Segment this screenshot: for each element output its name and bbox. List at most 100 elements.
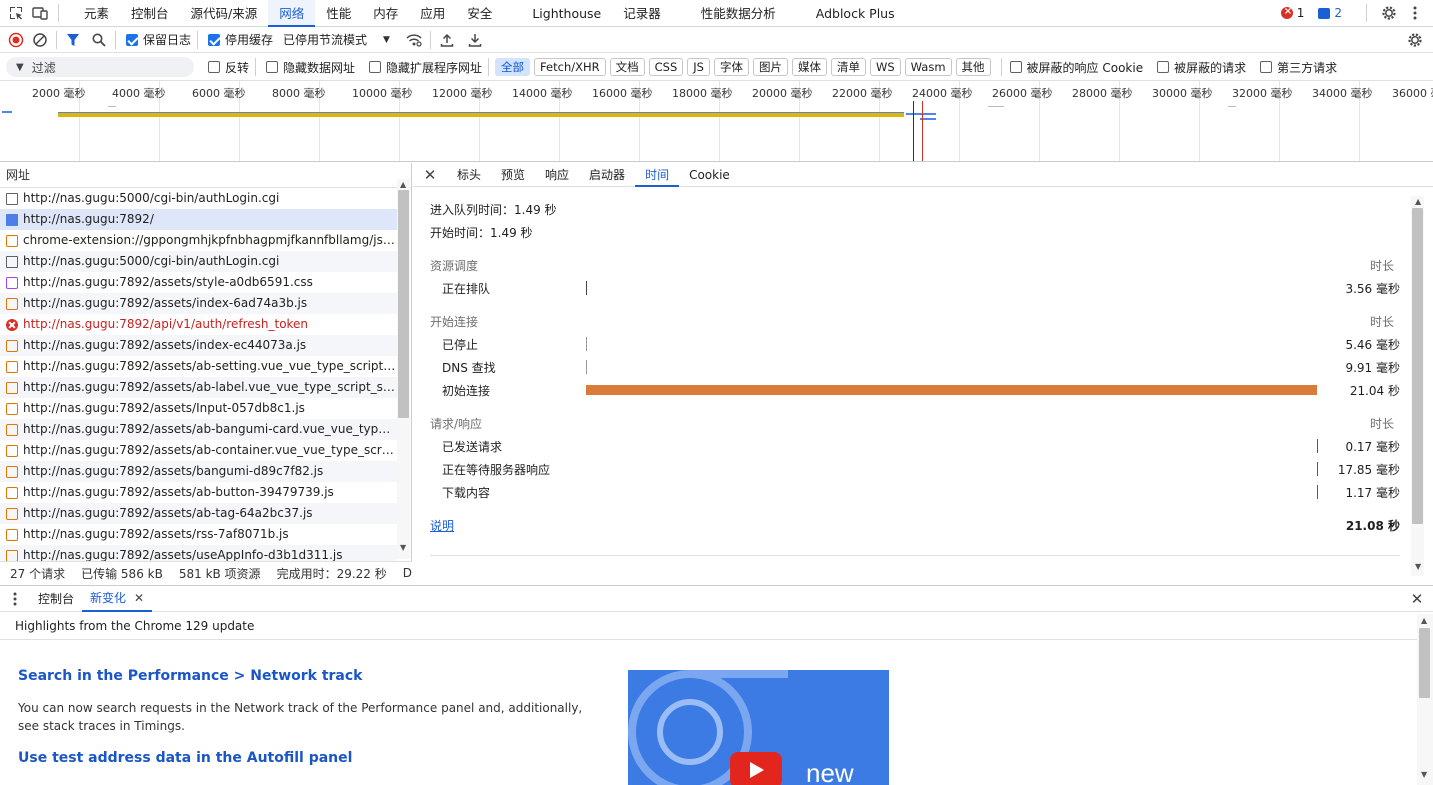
timeline-overview[interactable]: 2000 毫秒4000 毫秒6000 毫秒8000 毫秒10000 毫秒1200… — [0, 81, 1433, 162]
hide-data-urls-checkbox[interactable]: 隐藏数据网址 — [266, 59, 355, 76]
request-row[interactable]: http://nas.gugu:7892/assets/ab-button-39… — [0, 482, 397, 503]
details-tab[interactable]: Cookie — [679, 163, 740, 187]
request-row[interactable]: http://nas.gugu:7892/assets/Input-057db8… — [0, 398, 397, 419]
scroll-down-arrow-icon[interactable]: ▼ — [400, 543, 406, 552]
third-party-checkbox[interactable]: 第三方请求 — [1260, 59, 1337, 76]
request-row[interactable]: http://nas.gugu:5000/cgi-bin/authLogin.c… — [0, 251, 397, 272]
more-options-icon[interactable] — [1405, 3, 1425, 23]
checkbox-unchecked[interactable] — [369, 61, 381, 73]
filter-type-button[interactable]: 全部 — [495, 58, 530, 76]
details-scroll-thumb[interactable] — [1412, 208, 1423, 524]
filter-input[interactable]: ▼ 过滤 — [6, 57, 194, 77]
request-row[interactable]: http://nas.gugu:7892/assets/rss-7af8071b… — [0, 524, 397, 545]
main-tab[interactable]: 性能 — [315, 0, 362, 27]
request-row[interactable]: http://nas.gugu:7892/assets/ab-setting.v… — [0, 356, 397, 377]
disable-cache-checkbox[interactable]: 停用缓存 — [208, 31, 273, 48]
request-row[interactable]: chrome-extension://gppongmhjkpfnbhagpmjf… — [0, 230, 397, 251]
message-count-badge[interactable]: 2 — [1318, 6, 1342, 20]
drawer-tab-whats-new[interactable]: 新变化 ✕ — [82, 586, 152, 612]
scroll-up-arrow-icon[interactable]: ▲ — [1421, 616, 1427, 625]
checkbox-checked[interactable] — [208, 34, 220, 46]
request-row[interactable]: http://nas.gugu:7892/api/v1/auth/refresh… — [0, 314, 397, 335]
request-row[interactable]: http://nas.gugu:7892/assets/ab-container… — [0, 440, 397, 461]
stop-recording-icon[interactable] — [6, 30, 26, 50]
feature-heading-network-track[interactable]: Search in the Performance > Network trac… — [18, 668, 362, 684]
scroll-up-arrow-icon[interactable]: ▲ — [1415, 197, 1421, 206]
scroll-up-arrow-icon[interactable]: ▲ — [400, 180, 406, 189]
filter-type-button[interactable]: JS — [687, 58, 710, 76]
preserve-log-checkbox[interactable]: 保留日志 — [126, 31, 191, 48]
details-tab[interactable]: 启动器 — [579, 163, 635, 187]
clear-icon[interactable] — [30, 30, 50, 50]
settings-gear-icon[interactable] — [1379, 3, 1399, 23]
checkbox-unchecked[interactable] — [1157, 61, 1169, 73]
request-list-scroll-thumb[interactable] — [398, 190, 409, 418]
main-tab[interactable]: Lighthouse — [521, 0, 612, 27]
import-har-icon[interactable] — [437, 30, 457, 50]
request-row[interactable]: http://nas.gugu:7892/assets/index-6ad74a… — [0, 293, 397, 314]
network-settings-gear-icon[interactable] — [1405, 30, 1425, 50]
details-tab[interactable]: 标头 — [447, 163, 491, 187]
main-tab[interactable]: 安全 — [456, 0, 503, 27]
feature-heading-autofill[interactable]: Use test address data in the Autofill pa… — [18, 750, 352, 766]
error-count-badge[interactable]: × 1 — [1281, 6, 1305, 20]
main-tab[interactable]: 控制台 — [120, 0, 180, 27]
whats-new-video-thumbnail[interactable]: new — [628, 670, 889, 785]
checkbox-unchecked[interactable] — [266, 61, 278, 73]
filter-type-button[interactable]: 其他 — [956, 58, 991, 76]
request-row[interactable]: http://nas.gugu:7892/assets/style-a0db65… — [0, 272, 397, 293]
request-row[interactable]: http://nas.gugu:7892/assets/bangumi-d89c… — [0, 461, 397, 482]
filter-type-button[interactable]: 字体 — [714, 58, 749, 76]
invert-checkbox[interactable]: 反转 — [208, 59, 249, 76]
main-tab[interactable]: 元素 — [73, 0, 120, 27]
filter-type-button[interactable]: 图片 — [753, 58, 788, 76]
filter-type-button[interactable]: 文档 — [610, 58, 645, 76]
export-har-icon[interactable] — [465, 30, 485, 50]
main-tab[interactable]: 源代码/来源 — [180, 0, 269, 27]
drawer-scroll-thumb[interactable] — [1419, 628, 1430, 698]
blocked-cookies-checkbox[interactable]: 被屏蔽的响应 Cookie — [1010, 59, 1144, 76]
details-tab[interactable]: 响应 — [535, 163, 579, 187]
hide-ext-urls-checkbox[interactable]: 隐藏扩展程序网址 — [369, 59, 482, 76]
request-row[interactable]: http://nas.gugu:7892/assets/useAppInfo-d… — [0, 545, 397, 561]
main-tab[interactable]: 网络 — [268, 0, 315, 27]
details-tab[interactable]: 预览 — [491, 163, 535, 187]
main-tab[interactable]: 性能数据分析 — [690, 0, 787, 27]
filter-icon[interactable] — [63, 30, 83, 50]
main-tab[interactable]: 应用 — [409, 0, 456, 27]
filter-type-button[interactable]: CSS — [649, 58, 684, 76]
column-header-url[interactable]: 网址 — [0, 163, 411, 188]
request-row[interactable]: http://nas.gugu:7892/assets/ab-label.vue… — [0, 377, 397, 398]
main-tab[interactable]: 内存 — [362, 0, 409, 27]
main-tab[interactable]: Adblock Plus — [805, 0, 906, 27]
inspect-element-icon[interactable] — [6, 3, 26, 23]
drawer-tab-console[interactable]: 控制台 — [30, 586, 82, 612]
scroll-down-arrow-icon[interactable]: ▼ — [1415, 562, 1421, 571]
request-row[interactable]: http://nas.gugu:5000/cgi-bin/authLogin.c… — [0, 188, 397, 209]
checkbox-unchecked[interactable] — [1260, 61, 1272, 73]
request-row[interactable]: http://nas.gugu:7892/assets/ab-tag-64a2b… — [0, 503, 397, 524]
device-toolbar-icon[interactable] — [30, 3, 50, 23]
scroll-down-arrow-icon[interactable]: ▼ — [1421, 770, 1427, 779]
filter-type-button[interactable]: 清单 — [831, 58, 866, 76]
close-drawer-icon[interactable]: ✕ — [1401, 590, 1433, 608]
explanation-link[interactable]: 说明 — [430, 517, 454, 534]
request-row[interactable]: http://nas.gugu:7892/assets/index-ec4407… — [0, 335, 397, 356]
checkbox-unchecked[interactable] — [208, 61, 220, 73]
filter-type-button[interactable]: Fetch/XHR — [534, 58, 606, 76]
filter-type-button[interactable]: Wasm — [905, 58, 952, 76]
checkbox-unchecked[interactable] — [1010, 61, 1022, 73]
request-row[interactable]: http://nas.gugu:7892/assets/ab-bangumi-c… — [0, 419, 397, 440]
checkbox-checked[interactable] — [126, 34, 138, 46]
close-details-icon[interactable]: ✕ — [413, 166, 447, 184]
throttling-select[interactable]: 已停用节流模式 ▼ — [283, 31, 390, 48]
drawer-menu-icon[interactable] — [0, 592, 30, 606]
search-icon[interactable] — [89, 30, 109, 50]
request-row[interactable]: http://nas.gugu:7892/ — [0, 209, 397, 230]
network-conditions-wifi-icon[interactable] — [404, 30, 424, 50]
filter-type-button[interactable]: WS — [870, 58, 901, 76]
main-tab[interactable]: 记录器 — [612, 0, 672, 27]
blocked-requests-checkbox[interactable]: 被屏蔽的请求 — [1157, 59, 1246, 76]
filter-type-button[interactable]: 媒体 — [792, 58, 827, 76]
close-tab-icon[interactable]: ✕ — [134, 585, 144, 611]
